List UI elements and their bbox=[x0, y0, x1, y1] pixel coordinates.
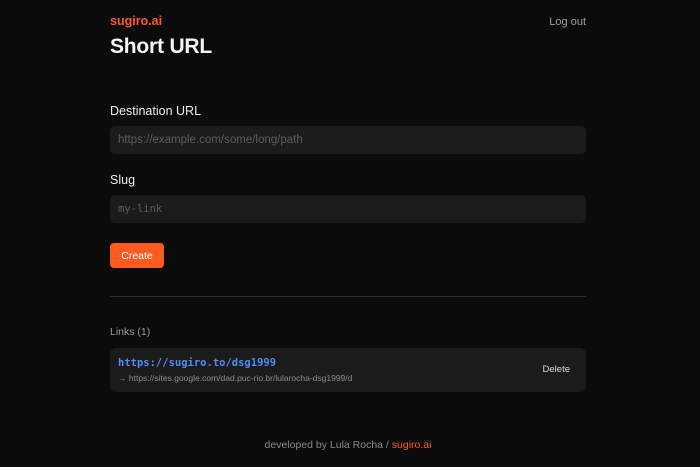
destination-url-value: https://sites.google.com/dad.puc-rio.br/… bbox=[128, 373, 353, 383]
create-button[interactable]: Create bbox=[110, 243, 164, 268]
page-title: Short URL bbox=[110, 35, 213, 58]
footer: developed by Lula Rocha / sugiro.ai bbox=[110, 439, 586, 451]
footer-brand-link[interactable]: sugiro.ai bbox=[392, 439, 432, 451]
delete-button[interactable]: Delete bbox=[543, 364, 570, 375]
logout-link[interactable]: Log out bbox=[549, 16, 586, 28]
destination-url-label: Destination URL bbox=[110, 104, 202, 118]
links-heading: Links (1) bbox=[110, 326, 151, 338]
arrow-icon: → bbox=[118, 373, 127, 383]
section-divider bbox=[110, 296, 586, 297]
slug-label: Slug bbox=[110, 173, 136, 187]
page-container: sugiro.ai Log out Short URL Destination … bbox=[110, 0, 586, 467]
footer-credit: developed by Lula Rocha / bbox=[264, 439, 389, 451]
slug-input[interactable] bbox=[110, 195, 586, 223]
destination-url-text: → https://sites.google.com/dad.puc-rio.b… bbox=[118, 373, 352, 383]
short-url-link[interactable]: https://sugiro.to/dsg1999 bbox=[118, 357, 276, 369]
brand-logo: sugiro.ai bbox=[110, 14, 163, 28]
link-item: https://sugiro.to/dsg1999 → https://site… bbox=[110, 348, 586, 392]
destination-url-input[interactable] bbox=[110, 126, 586, 154]
